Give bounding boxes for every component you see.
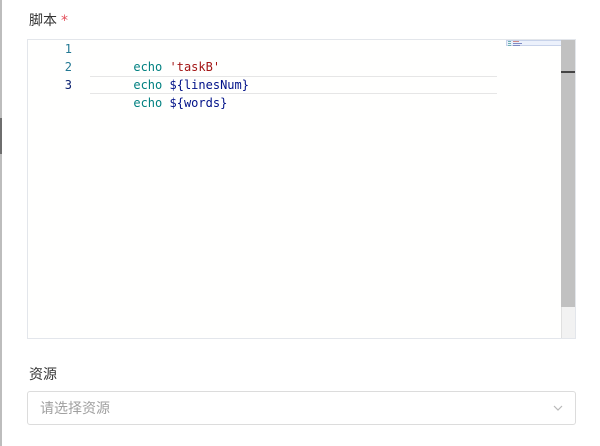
code-argument: ${words} [169,96,228,110]
script-editor[interactable]: 1 2 3 echo 'taskB' echo ${linesNum} echo… [27,39,576,339]
resource-select[interactable]: 请选择资源 [27,391,576,425]
minimap-line [513,43,522,44]
chevron-down-icon[interactable] [553,403,563,413]
required-mark: * [61,13,68,29]
line-number: 1 [64,42,72,56]
line-number-active: 3 [64,78,72,92]
editor-gutter: 1 2 3 [28,40,72,338]
minimap-line [508,45,511,46]
line-number: 2 [64,60,72,74]
scrollbar-cursor-marker [561,71,575,73]
editor-scrollbar[interactable] [561,40,575,338]
editor-minimap[interactable] [506,40,562,48]
resource-select-placeholder: 请选择资源 [40,401,110,417]
code-area[interactable]: echo 'taskB' echo ${linesNum} echo ${wor… [90,40,559,338]
panel-resize-handle[interactable] [0,118,2,154]
scrollbar-thumb[interactable] [561,40,575,307]
script-label-text: 脚本 [29,13,57,29]
minimap-line [508,41,511,42]
minimap-line [508,43,511,44]
script-field-label: 脚本 * [29,12,68,30]
minimap-line [513,41,519,42]
code-line[interactable]: echo ${words} [90,76,227,130]
minimap-line [513,45,520,46]
panel-left-edge [0,0,2,446]
resource-field-label: 资源 [29,367,57,383]
code-keyword: echo [133,96,163,110]
